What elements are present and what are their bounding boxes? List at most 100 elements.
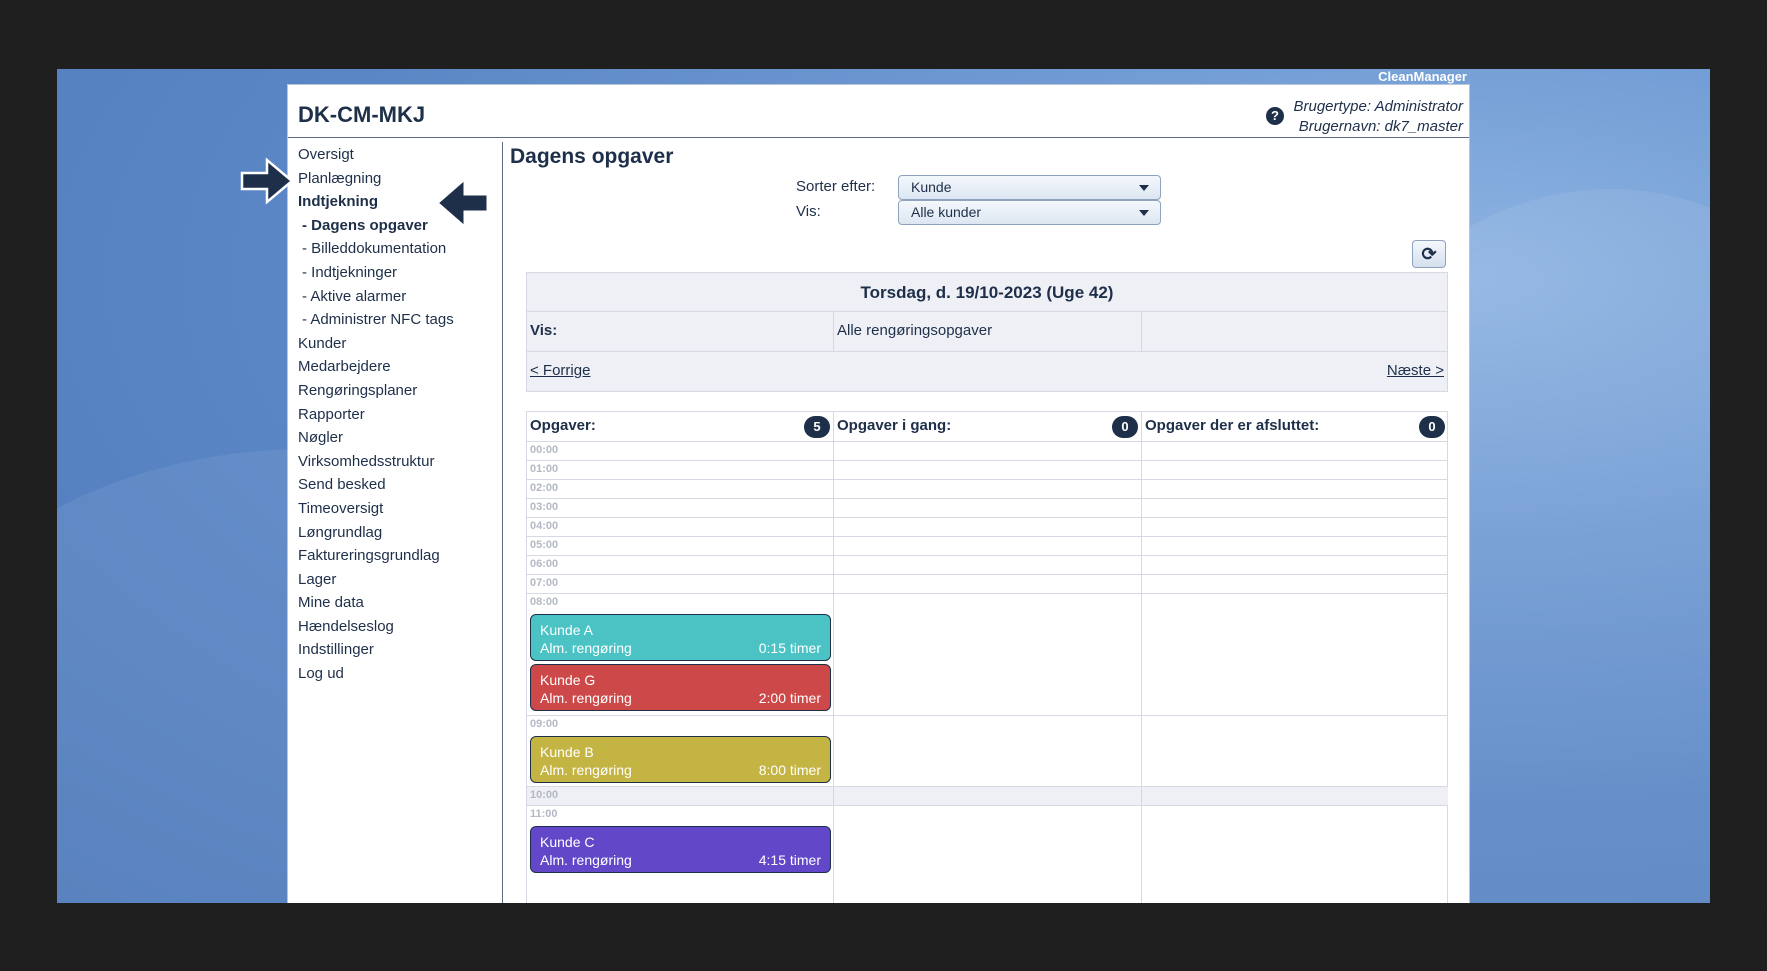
column-title: Opgaver i gang: xyxy=(837,417,952,434)
task-card[interactable]: Kunde G Alm. rengøring 2:00 timer xyxy=(530,664,831,711)
column-header: Opgaver der er afsluttet: 0 xyxy=(1142,412,1448,442)
sidebar-item-faktureringsgrundlag[interactable]: Faktureringsgrundlag xyxy=(298,544,498,568)
sort-label: Sorter efter: xyxy=(796,178,876,195)
time-slot xyxy=(1142,594,1448,716)
task-card[interactable]: Kunde C Alm. rengøring 4:15 timer xyxy=(530,826,831,873)
time-slot xyxy=(834,806,1141,903)
sidebar-item-nfc-tags[interactable]: - Administrer NFC tags xyxy=(298,308,498,332)
task-customer: Kunde G xyxy=(540,672,596,688)
time-slot xyxy=(834,499,1141,518)
previous-day-link[interactable]: < Forrige xyxy=(530,362,590,379)
day-navigation: < Forrige Næste > xyxy=(527,352,1447,392)
task-card[interactable]: Kunde B Alm. rengøring 8:00 timer xyxy=(530,736,831,783)
user-info: Brugertype: Administrator Brugernavn: dk… xyxy=(1293,97,1463,137)
refresh-icon: ⟳ xyxy=(1421,244,1437,264)
time-label: 09:00 xyxy=(530,718,559,730)
time-slot xyxy=(1142,556,1448,575)
task-customer: Kunde C xyxy=(540,834,595,850)
time-slot: 07:00 xyxy=(527,575,833,594)
time-slot xyxy=(834,575,1141,594)
sidebar-item-timeoversigt[interactable]: Timeoversigt xyxy=(298,497,498,521)
time-slot: 04:00 xyxy=(527,518,833,537)
completed-column: Opgaver der er afsluttet: 0 xyxy=(1142,412,1448,903)
user-name: Brugernavn: dk7_master xyxy=(1298,118,1463,135)
filter-value[interactable]: Alle rengøringsopgaver xyxy=(834,312,1142,352)
arrow-icon xyxy=(439,181,487,225)
chevron-down-icon xyxy=(1139,210,1149,216)
time-label: 10:00 xyxy=(530,789,559,801)
sidebar-item-lager[interactable]: Lager xyxy=(298,568,498,592)
arrow-icon xyxy=(240,157,294,205)
sidebar-item-haendelseslog[interactable]: Hændelseslog xyxy=(298,615,498,639)
refresh-button[interactable]: ⟳ xyxy=(1412,240,1446,268)
time-slot xyxy=(1142,575,1448,594)
sidebar-item-indstillinger[interactable]: Indstillinger xyxy=(298,638,498,662)
column-header: Opgaver: 5 xyxy=(527,412,833,442)
show-select[interactable]: Alle kunder xyxy=(898,200,1161,225)
time-slot xyxy=(1142,442,1448,461)
column-header: Opgaver i gang: 0 xyxy=(834,412,1141,442)
time-slot xyxy=(1142,518,1448,537)
count-badge: 0 xyxy=(1419,416,1445,438)
time-label: 05:00 xyxy=(530,539,559,551)
device-frame: CleanManager DK-CM-MKJ ? Brugertype: Adm… xyxy=(0,0,1767,971)
time-slot xyxy=(1142,787,1448,806)
time-slot xyxy=(1142,480,1448,499)
time-slot: 03:00 xyxy=(527,499,833,518)
task-customer: Kunde A xyxy=(540,622,593,638)
current-date: Torsdag, d. 19/10-2023 (Uge 42) xyxy=(527,273,1447,312)
count-badge: 5 xyxy=(804,416,830,438)
help-icon[interactable]: ? xyxy=(1266,107,1284,125)
sidebar-item-mine-data[interactable]: Mine data xyxy=(298,591,498,615)
in-progress-column: Opgaver i gang: 0 xyxy=(834,412,1142,903)
task-hours: 4:15 timer xyxy=(758,852,821,868)
sidebar-item-kunder[interactable]: Kunder xyxy=(298,332,498,356)
day-panel: Torsdag, d. 19/10-2023 (Uge 42) Vis: All… xyxy=(526,272,1448,392)
task-card[interactable]: Kunde A Alm. rengøring 0:15 timer xyxy=(530,614,831,661)
time-slot xyxy=(1142,461,1448,480)
sort-select-value: Kunde xyxy=(911,179,952,195)
sidebar-item-oversigt[interactable]: Oversigt xyxy=(298,143,498,167)
sidebar-item-billeddokumentation[interactable]: - Billeddokumentation xyxy=(298,237,498,261)
sidebar-item-rengoeringsplaner[interactable]: Rengøringsplaner xyxy=(298,379,498,403)
sidebar-item-medarbejdere[interactable]: Medarbejdere xyxy=(298,355,498,379)
show-select-value: Alle kunder xyxy=(911,204,982,220)
next-day-link[interactable]: Næste > xyxy=(1387,362,1444,379)
time-slot: 06:00 xyxy=(527,556,833,575)
time-slot xyxy=(1142,499,1448,518)
filter-label: Vis: xyxy=(527,312,834,352)
time-slot: 01:00 xyxy=(527,461,833,480)
sidebar-item-log-ud[interactable]: Log ud xyxy=(298,662,498,686)
time-label: 01:00 xyxy=(530,463,559,475)
time-slot xyxy=(834,537,1141,556)
time-slot xyxy=(834,461,1141,480)
time-label: 07:00 xyxy=(530,577,559,589)
task-customer: Kunde B xyxy=(540,744,594,760)
time-slot: 02:00 xyxy=(527,480,833,499)
time-slot: 10:00 xyxy=(527,787,833,806)
main-content: Dagens opgaver Sorter efter: Kunde Vis: … xyxy=(510,140,1460,903)
sidebar-item-noegler[interactable]: Nøgler xyxy=(298,426,498,450)
time-label: 06:00 xyxy=(530,558,559,570)
sidebar-item-aktive-alarmer[interactable]: - Aktive alarmer xyxy=(298,285,498,309)
time-slot: 05:00 xyxy=(527,537,833,556)
sidebar-item-loengrundlag[interactable]: Løngrundlag xyxy=(298,521,498,545)
sidebar-divider xyxy=(502,142,503,903)
sidebar-item-send-besked[interactable]: Send besked xyxy=(298,473,498,497)
time-slot xyxy=(1142,716,1448,787)
time-label: 08:00 xyxy=(530,596,559,608)
page-title: Dagens opgaver xyxy=(510,145,674,168)
sidebar-item-indtjekninger[interactable]: - Indtjekninger xyxy=(298,261,498,285)
sidebar-item-virksomhedsstruktur[interactable]: Virksomhedsstruktur xyxy=(298,450,498,474)
tasks-column: Opgaver: 5 00:00 01:00 02:00 03:00 04:00 05:0… xyxy=(527,412,834,903)
sort-select[interactable]: Kunde xyxy=(898,175,1161,200)
task-hours: 0:15 timer xyxy=(758,640,821,656)
time-slot: 00:00 xyxy=(527,442,833,461)
task-schedule: Opgaver: 5 00:00 01:00 02:00 03:00 04:00 05:0… xyxy=(526,411,1448,903)
desktop-background: CleanManager DK-CM-MKJ ? Brugertype: Adm… xyxy=(57,69,1710,903)
show-label: Vis: xyxy=(796,203,821,220)
time-slot xyxy=(834,442,1141,461)
sidebar-item-rapporter[interactable]: Rapporter xyxy=(298,403,498,427)
time-slot xyxy=(834,556,1141,575)
time-slot xyxy=(834,716,1141,787)
